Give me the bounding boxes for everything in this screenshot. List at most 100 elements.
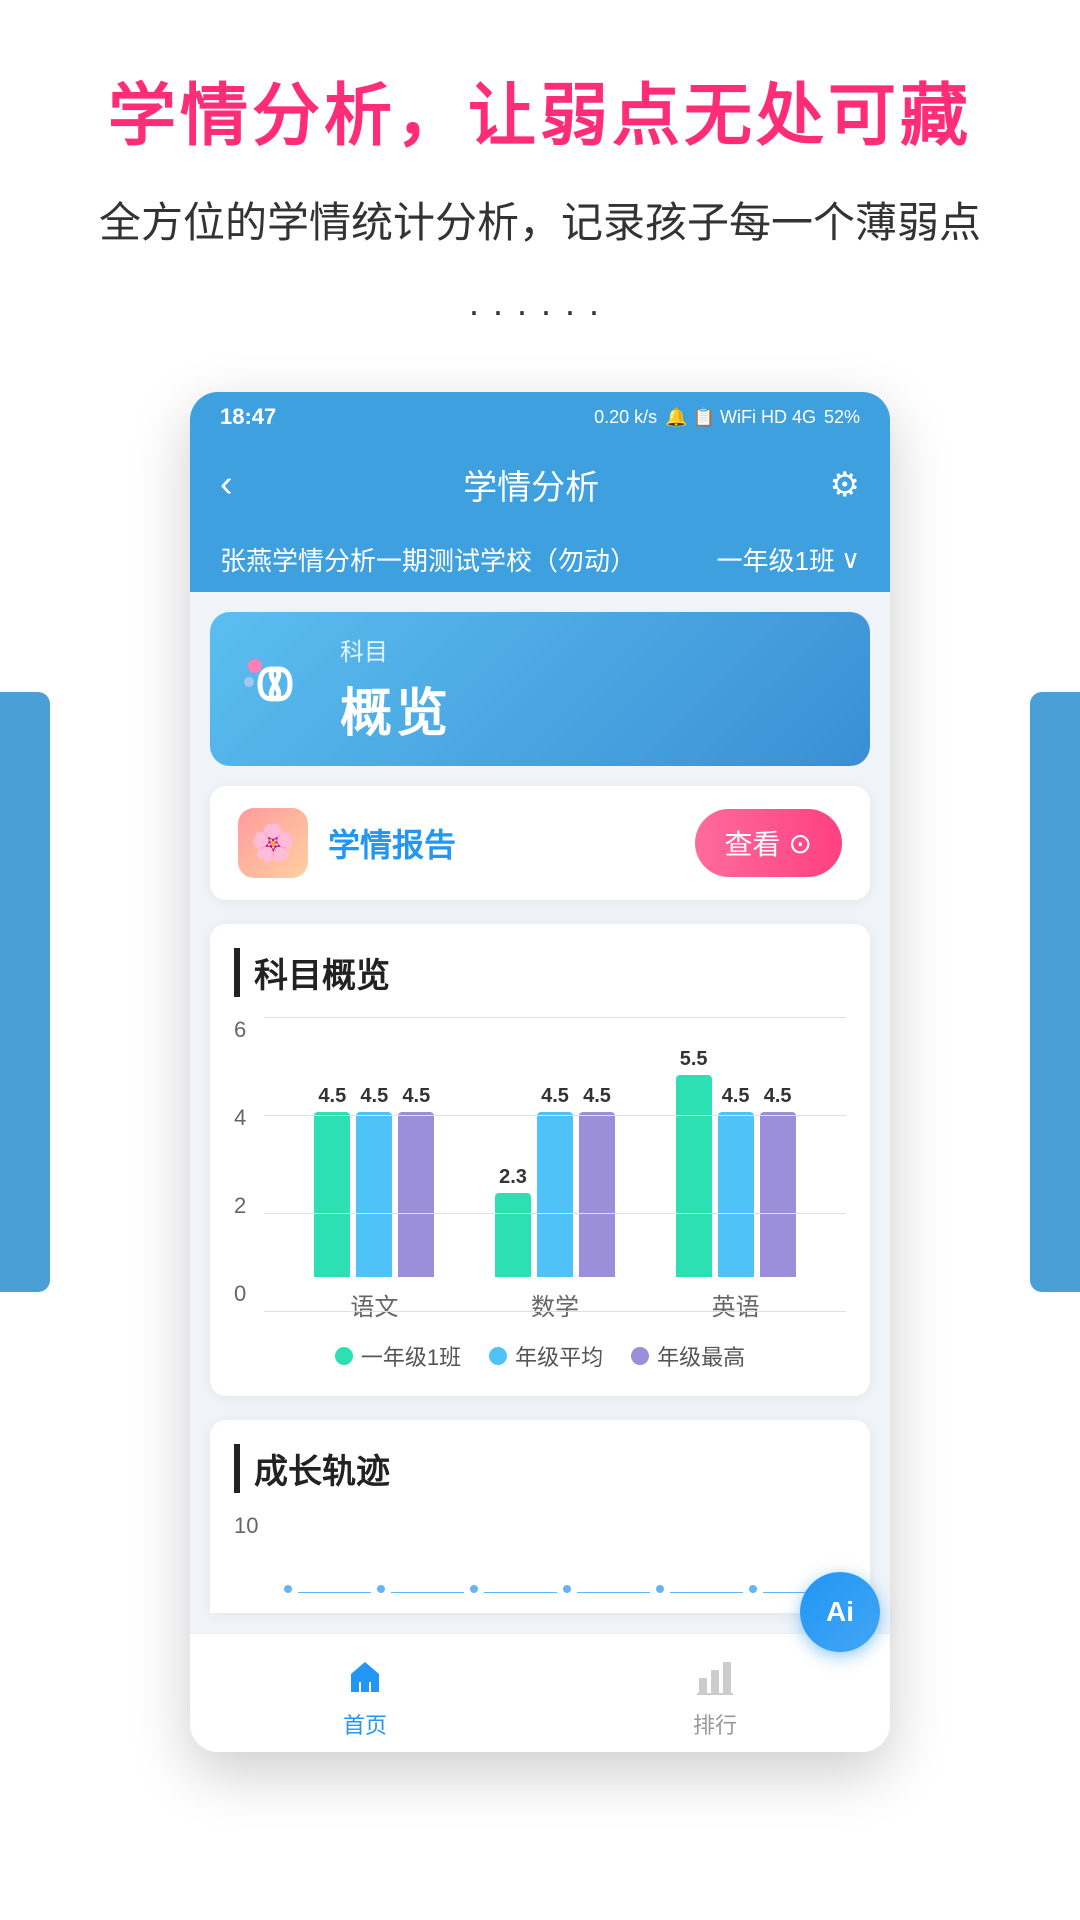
y-label-4: 4	[234, 1105, 264, 1131]
status-icons: 0.20 k/s 🔔 📋 WiFi HD 4G 52%	[594, 407, 860, 428]
x-label-math: 数学	[531, 1287, 579, 1322]
subject-value: 概览	[340, 671, 840, 746]
bar-english-top-bar	[760, 1112, 796, 1277]
growth-dot	[284, 1585, 292, 1593]
growth-line	[670, 1592, 743, 1593]
report-card: 🌸 学情报告 查看 ⊙	[210, 786, 870, 900]
growth-dot	[377, 1585, 385, 1593]
legend-label-avg: 年级平均	[515, 1340, 603, 1372]
app-header: ‹ 学情分析 ⚙	[190, 442, 890, 527]
x-label-english: 英语	[712, 1287, 760, 1322]
bar-chart: 0 2 4 6	[234, 1017, 846, 1372]
chevron-down-icon: ∨	[841, 544, 860, 575]
report-icon: 🌸	[238, 808, 308, 878]
subject-group-chinese: 4.5 4.5 4.	[314, 1085, 434, 1277]
legend-avg: 年级平均	[489, 1340, 603, 1372]
section-title-growth: 成长轨迹	[234, 1444, 846, 1493]
growth-dot	[563, 1585, 571, 1593]
status-signal-icons: 🔔 📋 WiFi HD 4G	[665, 407, 816, 428]
subject-group-english: 5.5 4.5 4.	[676, 1048, 796, 1277]
ai-badge-label: Ai	[826, 1596, 854, 1628]
sub-title: 全方位的学情统计分析，记录孩子每一个薄弱点	[40, 189, 1040, 250]
growth-line	[577, 1592, 650, 1593]
view-btn-label: 查看	[725, 823, 781, 863]
class-selector[interactable]: 一年级1班 ∨	[717, 541, 861, 578]
bar-english-avg-bar	[718, 1112, 754, 1277]
nav-home[interactable]: 首页	[339, 1650, 391, 1740]
report-title: 学情报告	[328, 820, 456, 866]
chart-legend: 一年级1班 年级平均 年级最高	[234, 1340, 846, 1372]
growth-line	[484, 1592, 557, 1593]
nav-home-label: 首页	[343, 1708, 387, 1740]
y-label-6: 6	[234, 1017, 264, 1043]
dots: ······	[40, 290, 1040, 332]
x-label-chinese: 语文	[350, 1287, 398, 1322]
y-label-0: 0	[234, 1281, 264, 1307]
bar-math-class-bar	[495, 1193, 531, 1277]
home-icon	[339, 1650, 391, 1702]
status-network: 0.20 k/s	[594, 407, 657, 428]
growth-dot	[656, 1585, 664, 1593]
class-name: 一年级1班	[717, 541, 835, 578]
bar-math-top: 4.5	[579, 1085, 615, 1277]
bar-english-avg: 4.5	[718, 1085, 754, 1277]
bar-chinese-class-bar	[314, 1112, 350, 1277]
bar-english-class-bar	[676, 1075, 712, 1277]
settings-button[interactable]: ⚙	[830, 465, 860, 505]
bar-chinese-top-bar	[398, 1112, 434, 1277]
growth-dot	[470, 1585, 478, 1593]
header-title: 学情分析	[463, 460, 599, 509]
main-title: 学情分析，让弱点无处可藏	[40, 60, 1040, 159]
y-label-2: 2	[234, 1193, 264, 1219]
growth-dot	[749, 1585, 757, 1593]
legend-dot-avg	[489, 1347, 507, 1365]
ranking-icon	[689, 1650, 741, 1702]
battery-indicator: 52%	[824, 407, 860, 428]
bar-chinese-top: 4.5	[398, 1085, 434, 1277]
view-arrow-icon: ⊙	[789, 827, 812, 860]
subject-group-math: 2.3 4.5 4.	[495, 1085, 615, 1277]
top-section: 学情分析，让弱点无处可藏 全方位的学情统计分析，记录孩子每一个薄弱点 ·····…	[0, 0, 1080, 392]
school-name: 张燕学情分析一期测试学校（勿动）	[220, 541, 636, 578]
subject-logo	[240, 649, 320, 729]
report-left: 🌸 学情报告	[238, 808, 456, 878]
bar-chinese-avg-bar	[356, 1112, 392, 1277]
growth-line	[298, 1592, 371, 1593]
legend-class: 一年级1班	[335, 1340, 461, 1372]
ai-badge-container[interactable]: Ai	[800, 1572, 880, 1652]
legend-dot-class	[335, 1347, 353, 1365]
bar-math-top-bar	[579, 1112, 615, 1277]
back-button[interactable]: ‹	[220, 463, 233, 506]
bar-english-class: 5.5	[676, 1048, 712, 1277]
legend-top: 年级最高	[631, 1340, 745, 1372]
bar-chinese-avg: 4.5	[356, 1085, 392, 1277]
status-time: 18:47	[220, 404, 276, 430]
logo-dot-blue	[244, 677, 254, 687]
bar-english-top: 4.5	[760, 1085, 796, 1277]
phone-screen: 18:47 0.20 k/s 🔔 📋 WiFi HD 4G 52% ‹ 学情分析…	[190, 392, 890, 1752]
legend-label-top: 年级最高	[657, 1340, 745, 1372]
status-bar: 18:47 0.20 k/s 🔔 📋 WiFi HD 4G 52%	[190, 392, 890, 442]
nav-ranking[interactable]: 排行	[689, 1650, 741, 1740]
bar-math-class: 2.3	[495, 1166, 531, 1277]
ai-badge[interactable]: Ai	[800, 1572, 880, 1652]
school-bar: 张燕学情分析一期测试学校（勿动） 一年级1班 ∨	[190, 527, 890, 592]
bottom-nav: 首页 排行	[190, 1633, 890, 1752]
subject-label: 科目	[340, 632, 840, 667]
legend-dot-top	[631, 1347, 649, 1365]
logo-dot-pink	[248, 659, 262, 673]
legend-label-class: 一年级1班	[361, 1340, 461, 1372]
bar-math-avg: 4.5	[537, 1085, 573, 1277]
growth-y-label: 10	[234, 1513, 264, 1539]
bar-chinese-class: 4.5	[314, 1085, 350, 1277]
subject-chart-container: 科目概览 0 2 4 6	[210, 924, 870, 1396]
growth-section: 成长轨迹 10	[210, 1420, 870, 1613]
section-title-subject: 科目概览	[234, 948, 846, 997]
growth-line	[391, 1592, 464, 1593]
main-content: 🌸 学情报告 查看 ⊙ 科目概览 0	[190, 766, 890, 1633]
nav-ranking-label: 排行	[693, 1708, 737, 1740]
subject-tab[interactable]: 科目 概览	[210, 612, 870, 766]
view-button[interactable]: 查看 ⊙	[695, 809, 842, 877]
subject-info: 科目 概览	[340, 632, 840, 746]
bar-math-avg-bar	[537, 1112, 573, 1277]
